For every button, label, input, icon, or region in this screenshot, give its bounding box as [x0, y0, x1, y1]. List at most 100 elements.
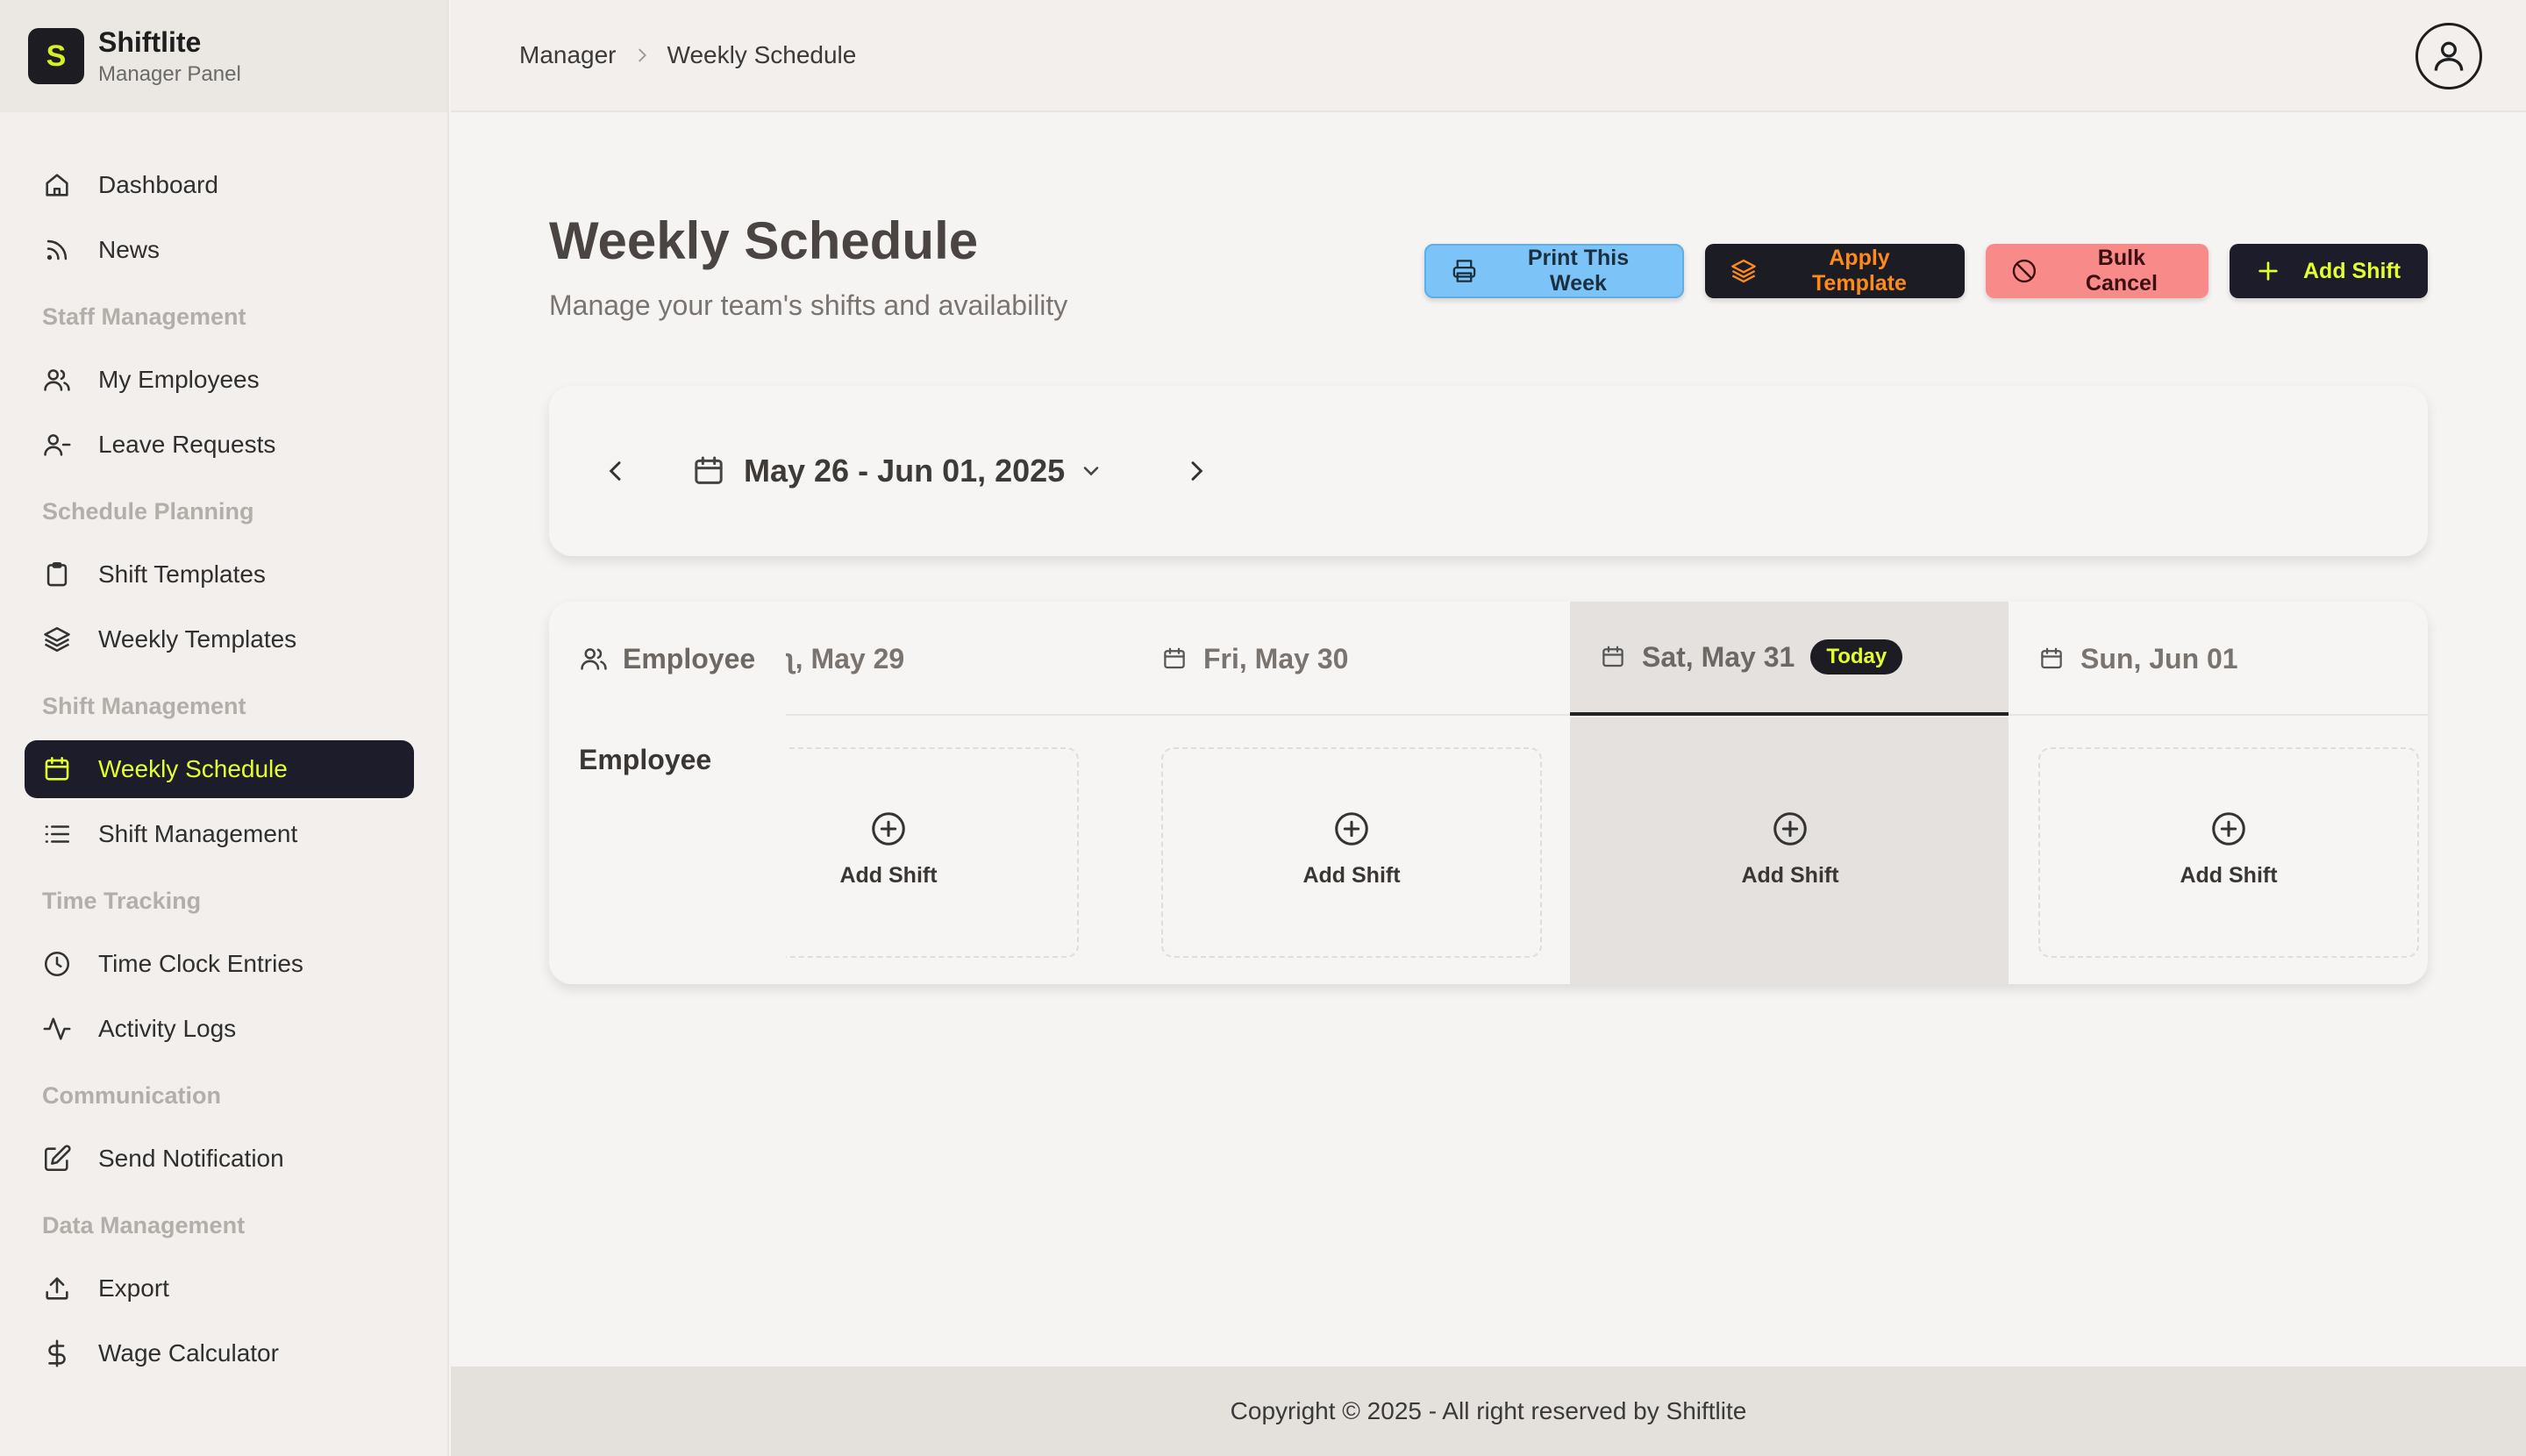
sidebar: S Shiftlite Manager Panel Dashboard News… [0, 0, 449, 1456]
brand-name: Shiftlite [98, 26, 202, 58]
nav-section-title: Staff Management [42, 303, 246, 330]
action-bar: Print This Week Apply Template Bulk Canc… [1424, 244, 2428, 298]
brand-logo: S [28, 28, 84, 84]
week-range-label: May 26 - Jun 01, 2025 [744, 453, 1066, 489]
sidebar-nav: Dashboard News Staff Management My Emplo… [0, 112, 447, 1382]
brand[interactable]: S Shiftlite Manager Panel [0, 0, 447, 112]
sidebar-item-label: Export [98, 1274, 169, 1302]
add-shift-button[interactable]: Add Shift [2230, 244, 2428, 298]
chevron-down-icon [1083, 467, 1099, 476]
plus-circle-icon [872, 811, 905, 846]
add-shift-slot[interactable]: Add Shift [2038, 747, 2419, 958]
sidebar-item-my-employees[interactable]: My Employees [25, 351, 414, 409]
day-header: Sun, Jun 01 [2009, 602, 2428, 716]
users-icon [44, 369, 70, 391]
day-cell: Add Shift [1131, 717, 1570, 984]
print-week-button[interactable]: Print This Week [1424, 244, 1684, 298]
edit-icon [44, 1145, 71, 1172]
calendar-icon [2041, 647, 2062, 669]
calendar-icon [1164, 647, 1185, 669]
calendar-icon [1602, 646, 1623, 667]
nav-section-title: Schedule Planning [42, 497, 254, 525]
sidebar-item-label: Weekly Schedule [98, 755, 288, 782]
breadcrumb-current: Weekly Schedule [667, 41, 857, 68]
sidebar-item-label: My Employees [98, 366, 260, 393]
day-header: ʅ, May 29 [786, 642, 905, 674]
sidebar-item-label: Shift Management [98, 820, 298, 847]
calendar-icon [695, 456, 723, 484]
bulk-cancel-button[interactable]: Bulk Cancel [1986, 244, 2208, 298]
upload-icon [46, 1277, 68, 1300]
sidebar-item-wage-calculator[interactable]: Wage Calculator [25, 1324, 414, 1382]
week-navigator: May 26 - Jun 01, 2025 [549, 386, 2428, 556]
sidebar-item-shift-templates[interactable]: Shift Templates [25, 546, 414, 603]
clock-icon [44, 951, 70, 977]
sidebar-item-label: Weekly Templates [98, 625, 297, 653]
sidebar-item-weekly-schedule[interactable]: Weekly Schedule [25, 740, 414, 798]
sidebar-item-label: Leave Requests [98, 431, 276, 458]
plus-circle-icon [2212, 811, 2245, 846]
schedule-header-row: ʅ, May 29 Fri, May 30 Sat, May 31 Today … [549, 602, 2428, 716]
sidebar-item-label: Activity Logs [98, 1015, 237, 1042]
chevron-right-icon [638, 48, 646, 62]
dollar-icon [48, 1339, 66, 1367]
day-cell: Add Shift [698, 717, 1131, 984]
plus-circle-icon [1773, 811, 1807, 846]
sidebar-item-label: News [98, 236, 161, 263]
nav-section-title: Communication [42, 1081, 222, 1109]
day-cell-today: Add Shift [1570, 717, 2009, 984]
sidebar-item-export[interactable]: Export [25, 1260, 414, 1317]
nav-section-title: Data Management [42, 1211, 246, 1238]
sidebar-item-time-clock-entries[interactable]: Time Clock Entries [25, 935, 414, 993]
user-icon [2434, 41, 2464, 71]
nav-section-title: Shift Management [42, 692, 246, 719]
users-icon [581, 648, 607, 670]
employee-column-header: Employee [549, 602, 786, 716]
sidebar-item-label: Shift Templates [98, 560, 266, 588]
activity-icon [43, 1017, 71, 1040]
today-badge: Today [1810, 639, 1903, 674]
sidebar-item-send-notification[interactable]: Send Notification [25, 1130, 414, 1188]
plus-circle-icon [1335, 811, 1368, 846]
ban-icon [2012, 259, 2037, 283]
sidebar-item-label: Send Notification [98, 1145, 284, 1172]
chevron-left-icon[interactable] [602, 457, 630, 485]
sidebar-item-leave-requests[interactable]: Leave Requests [25, 416, 414, 474]
user-minus-icon [44, 434, 71, 456]
sidebar-item-activity-logs[interactable]: Activity Logs [25, 1000, 414, 1058]
add-shift-slot[interactable]: Add Shift [1161, 747, 1542, 958]
employee-row-label: Employee [549, 717, 786, 984]
sidebar-item-label: Wage Calculator [98, 1339, 279, 1367]
layers-icon [44, 626, 70, 653]
add-shift-slot[interactable]: Add Shift [1600, 747, 1980, 958]
list-icon [45, 825, 70, 843]
nav-section-title: Time Tracking [42, 887, 202, 914]
footer: Copyright © 2025 - All right reserved by… [451, 1367, 2526, 1456]
chevron-right-icon[interactable] [1182, 457, 1210, 485]
page-subtitle: Manage your team's shifts and availabili… [549, 289, 1068, 321]
brand-subtitle: Manager Panel [98, 62, 241, 86]
sidebar-item-news[interactable]: News [25, 221, 414, 279]
main-content: Weekly Schedule Manage your team's shift… [451, 114, 2526, 1367]
rss-icon [46, 239, 68, 261]
sidebar-item-weekly-templates[interactable]: Weekly Templates [25, 610, 414, 668]
user-avatar-button[interactable] [2415, 23, 2482, 89]
sidebar-item-label: Time Clock Entries [98, 950, 303, 977]
printer-icon [1452, 260, 1476, 282]
day-cell: Add Shift [2009, 717, 2428, 984]
home-icon [46, 174, 68, 196]
calendar-icon [45, 756, 69, 781]
week-picker[interactable]: May 26 - Jun 01, 2025 [691, 453, 1103, 489]
topbar: Manager Weekly Schedule [451, 0, 2526, 112]
plus-icon [2258, 261, 2278, 281]
breadcrumb-parent[interactable]: Manager [519, 41, 617, 69]
day-header: Fri, May 30 [1131, 602, 1570, 716]
day-header-today: Sat, May 31 Today [1570, 602, 2009, 716]
sidebar-item-shift-management[interactable]: Shift Management [25, 805, 414, 863]
clipboard-icon [46, 561, 68, 587]
page-title: Weekly Schedule [549, 211, 979, 270]
sidebar-item-dashboard[interactable]: Dashboard [25, 156, 414, 214]
apply-template-button[interactable]: Apply Template [1705, 244, 1965, 298]
sidebar-item-label: Dashboard [98, 171, 218, 198]
layers-icon [1731, 259, 1756, 283]
